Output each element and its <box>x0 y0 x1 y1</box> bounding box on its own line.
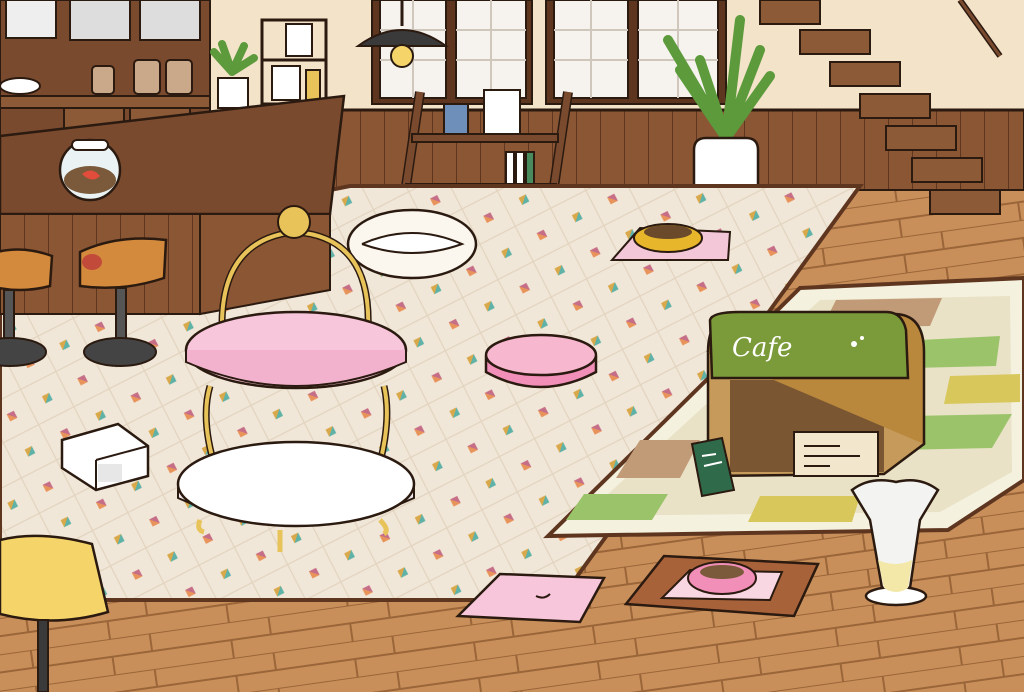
pink-round-cushion[interactable] <box>484 333 598 389</box>
cafe-sign: Cafe <box>732 333 792 363</box>
cafe-cardboard-box[interactable]: Cafe <box>706 310 926 478</box>
goldfish-bowl[interactable] <box>58 138 122 202</box>
game-scene: Cafe <box>0 0 1024 692</box>
room-canvas: Cafe <box>0 0 1024 692</box>
cushion-bed-white[interactable] <box>346 208 478 280</box>
